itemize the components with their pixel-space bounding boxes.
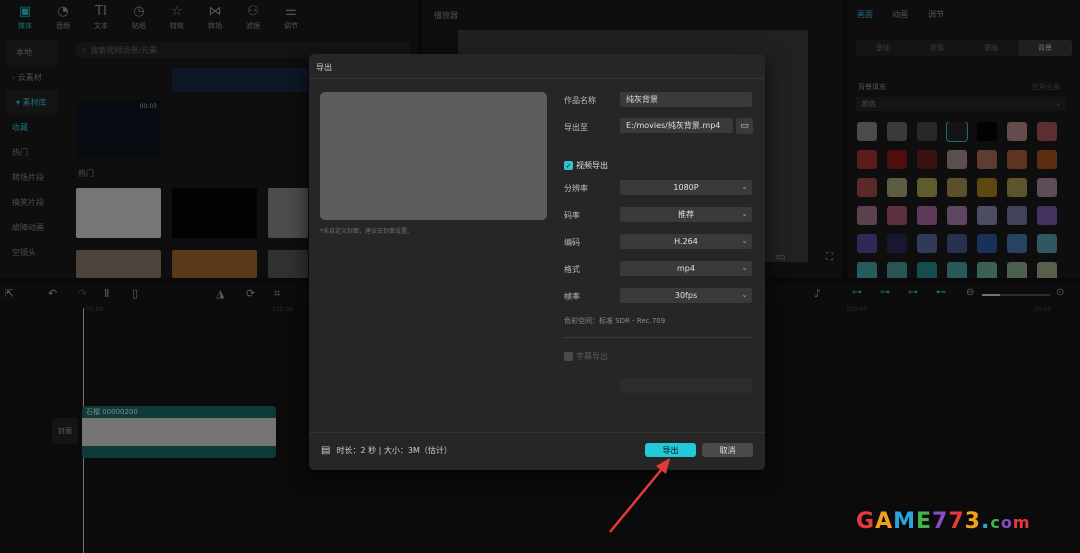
subtitle-export-checkbox[interactable] — [564, 352, 573, 361]
app-root: ▣ 媒体 ◔ 音频 TI 文本 ◷ 贴纸 ☆ 特效 ⋈ 转场 ⚇ 滤镜 ⚌ 调节 本地 › 云素… — [0, 0, 1080, 553]
watermark-letter: G — [856, 509, 876, 534]
browse-folder-button[interactable]: ▭ — [736, 118, 753, 134]
film-icon: ▤ — [321, 445, 331, 456]
watermark-letter: M — [893, 509, 916, 534]
watermark-letter: c — [990, 513, 1001, 532]
export-button[interactable]: 导出 — [645, 443, 696, 457]
watermark-letter: o — [1000, 513, 1013, 532]
export-to-label: 导出至 — [564, 123, 588, 132]
subtitle-format-select-disabled — [620, 378, 752, 393]
format-select[interactable]: mp4 ⌄ — [620, 261, 752, 276]
bitrate-select[interactable]: 推荐 ⌄ — [620, 207, 752, 222]
fps-label: 帧率 — [564, 292, 580, 301]
watermark-logo: GAME773.com — [856, 509, 1030, 534]
name-input[interactable]: 纯灰背景 — [620, 92, 752, 107]
chevron-down-icon: ⌄ — [741, 209, 748, 218]
chevron-down-icon: ⌄ — [741, 263, 748, 272]
watermark-letter: A — [875, 509, 894, 534]
bitrate-label: 码率 — [564, 211, 580, 220]
watermark-letter: 7 — [948, 509, 965, 534]
cancel-button[interactable]: 取消 — [702, 443, 753, 457]
watermark-letter: 7 — [932, 509, 949, 534]
cover-preview[interactable] — [320, 92, 547, 220]
video-export-checkbox[interactable]: ✓ — [564, 161, 573, 170]
name-label: 作品名称 — [564, 96, 596, 105]
watermark-letter: 3 — [964, 509, 981, 534]
resolution-label: 分辨率 — [564, 184, 588, 193]
codec-select[interactable]: H.264 ⌄ — [620, 234, 752, 249]
codec-label: 编码 — [564, 238, 580, 247]
section-divider — [563, 337, 753, 338]
watermark-letter: . — [980, 509, 991, 534]
dialog-title: 导出 — [316, 63, 332, 72]
watermark-letter: m — [1012, 513, 1031, 532]
watermark-letter: E — [916, 509, 933, 534]
export-path-input[interactable]: E:/movies/纯灰背景.mp4 — [620, 118, 733, 133]
color-space-text: 色彩空间：标准 SDR - Rec.709 — [564, 317, 666, 325]
check-icon: ✓ — [565, 161, 572, 170]
chevron-down-icon: ⌄ — [741, 182, 748, 191]
format-label: 格式 — [564, 265, 580, 274]
annotation-arrow — [609, 458, 670, 533]
dialog-divider — [309, 78, 765, 79]
subtitle-export-label: 字幕导出 — [576, 352, 608, 361]
chevron-down-icon: ⌄ — [741, 236, 748, 245]
cover-hint: *未自定义封面，建议去封面设置。 — [320, 228, 414, 235]
export-summary: ▤ 时长：2 秒 | 大小：3M（估计） — [321, 445, 452, 456]
video-export-label: 视频导出 — [576, 161, 608, 170]
dialog-footer-divider — [309, 432, 765, 433]
chevron-down-icon: ⌄ — [741, 290, 748, 299]
resolution-select[interactable]: 1080P ⌄ — [620, 180, 752, 195]
folder-icon: ▭ — [740, 121, 749, 131]
fps-select[interactable]: 30fps ⌄ — [620, 288, 752, 303]
